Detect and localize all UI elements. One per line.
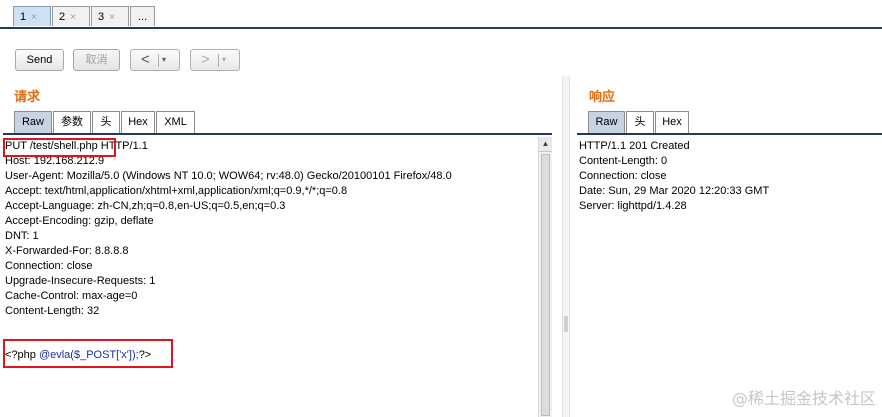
response-tab-underline (577, 133, 882, 135)
response-status-line: HTTP/1.1 201 Created (579, 140, 690, 152)
request-header-line: User-Agent: Mozilla/5.0 (Windows NT 10.0… (5, 170, 452, 182)
chevron-right-icon: > (201, 51, 210, 68)
request-header-line: Cache-Control: max-age=0 (5, 290, 138, 302)
chevron-left-icon: < (141, 51, 150, 68)
request-tab-strip: 1 × 2 × 3 × ... (0, 0, 882, 29)
send-button[interactable]: Send (15, 49, 64, 71)
request-header-line: X-Forwarded-For: 8.8.8.8 (5, 245, 129, 257)
button-separator (218, 54, 219, 67)
response-viewer[interactable]: HTTP/1.1 201 Created Content-Length: 0 C… (577, 137, 882, 417)
tab-3[interactable]: 3 × (91, 6, 129, 26)
tab-more[interactable]: ... (130, 6, 155, 26)
response-title: 响应 (589, 90, 616, 105)
request-header-line: Content-Length: 32 (5, 305, 100, 317)
request-tab-headers[interactable]: 头 (92, 111, 120, 133)
tab-strip-baseline (0, 27, 882, 29)
request-title: 请求 (14, 90, 41, 105)
scroll-thumb[interactable] (541, 154, 550, 416)
tab-label: 3 (98, 11, 105, 23)
response-tab-hex[interactable]: Hex (655, 111, 689, 133)
close-icon[interactable]: × (109, 12, 115, 23)
watermark: @稀土掘金技术社区 (731, 389, 876, 408)
request-header-line: Accept-Encoding: gzip, deflate (5, 215, 154, 227)
request-header-line: DNT: 1 (5, 230, 39, 242)
splitter-grip[interactable] (564, 316, 568, 332)
request-header-line: Connection: close (5, 260, 93, 272)
request-scrollbar[interactable]: ▲ (538, 137, 552, 417)
response-header-line: Server: lighttpd/1.4.28 (579, 200, 687, 212)
highlight-php-body (3, 339, 173, 368)
request-tab-xml[interactable]: XML (156, 111, 195, 133)
tab-label: 2 (59, 11, 66, 23)
forward-button[interactable]: > ▾ (190, 49, 240, 71)
request-tab-params[interactable]: 参数 (53, 111, 91, 133)
request-tab-hex[interactable]: Hex (121, 111, 155, 133)
scroll-up-icon[interactable]: ▲ (539, 137, 552, 152)
response-tab-headers[interactable]: 头 (626, 111, 654, 133)
close-icon[interactable]: × (70, 12, 76, 23)
request-tab-underline (3, 133, 552, 135)
close-icon[interactable]: × (31, 12, 37, 23)
request-editor[interactable]: PUT /test/shell.php HTTP/1.1 Host: 192.1… (3, 137, 538, 417)
pane-splitter[interactable] (562, 76, 570, 417)
tab-2[interactable]: 2 × (52, 6, 90, 26)
tab-label: 1 (20, 11, 27, 23)
highlight-put-line (3, 138, 116, 157)
tab-label: ... (138, 11, 148, 23)
request-header-line: Accept: text/html,application/xhtml+xml,… (5, 185, 348, 197)
back-button[interactable]: < ▾ (130, 49, 180, 71)
request-header-line: Accept-Language: zh-CN,zh;q=0.8,en-US;q=… (5, 200, 286, 212)
request-tab-raw[interactable]: Raw (14, 111, 52, 133)
request-header-line: Upgrade-Insecure-Requests: 1 (5, 275, 156, 287)
cancel-button[interactable]: 取消 (73, 49, 120, 71)
chevron-down-icon[interactable]: ▾ (222, 50, 226, 70)
response-tab-raw[interactable]: Raw (588, 111, 625, 133)
response-header-line: Content-Length: 0 (579, 155, 668, 167)
response-header-line: Connection: close (579, 170, 667, 182)
tab-1[interactable]: 1 × (13, 6, 51, 26)
chevron-down-icon[interactable]: ▾ (162, 50, 166, 70)
button-separator (158, 54, 159, 67)
response-header-line: Date: Sun, 29 Mar 2020 12:20:33 GMT (579, 185, 770, 197)
